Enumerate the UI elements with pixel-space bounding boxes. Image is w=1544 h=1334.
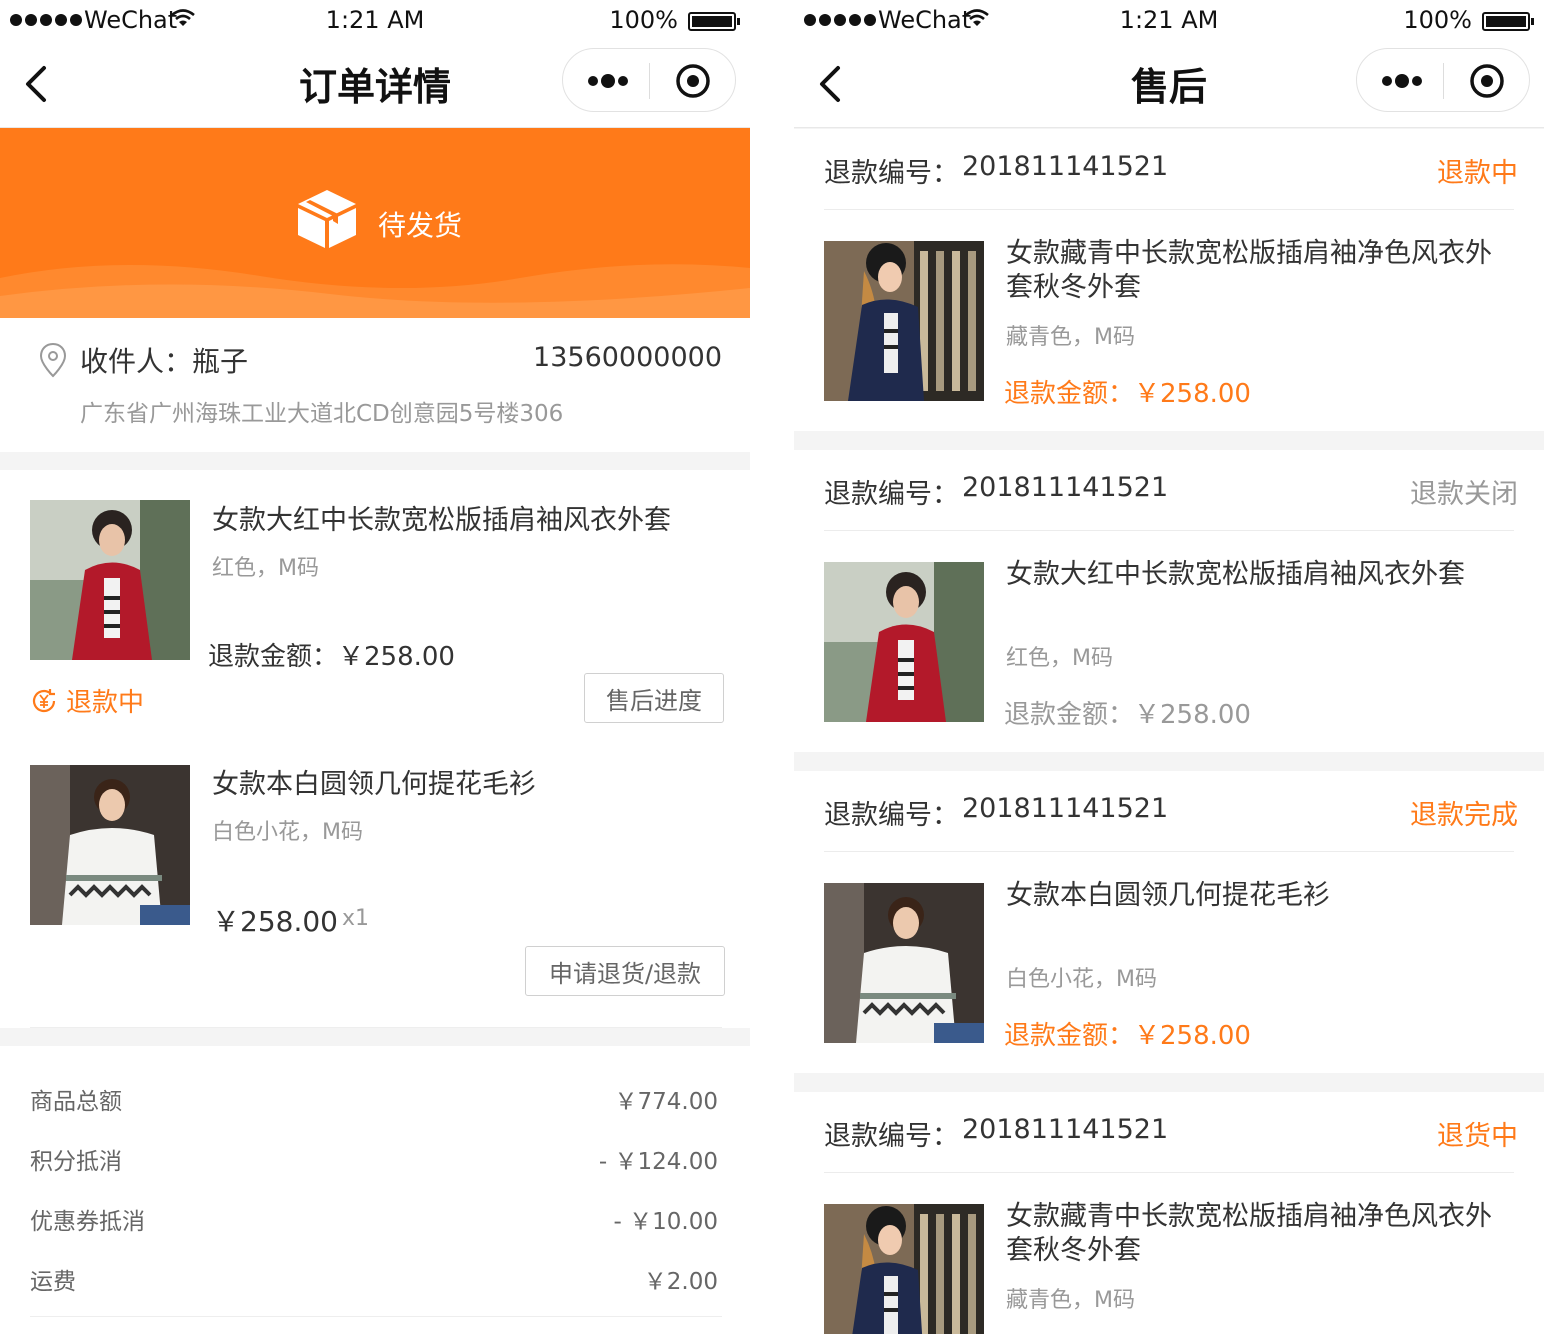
product-spec: 红色，M码 [1006,646,1113,671]
refund-no-label: 退款编号： [824,800,959,831]
mini-program-capsule [1356,48,1530,112]
summary-value: ￥2.00 [643,1269,718,1295]
refund-no-label: 退款编号： [824,158,959,189]
order-price-summary: 商品总额 ￥774.00 积分抵消 - ￥124.00 优惠券抵消 - ￥10.… [0,1046,750,1334]
battery-icon [688,12,740,31]
refund-amount: 退款金额：￥258.00 [1004,700,1251,730]
refund-card[interactable]: 退款编号： 201811141521 退款完成 女款本白圆领几何提花毛衫 白色小… [794,771,1544,1073]
divider [824,530,1514,531]
mini-program-capsule [562,48,736,112]
refund-state-text: 退款中 [66,688,145,718]
refund-amount: 退款金额：￥258.00 [208,642,455,672]
product-title: 女款本白圆领几何提花毛衫 [212,769,536,800]
location-pin-icon [39,342,67,378]
summary-label: 积分抵消 [30,1149,122,1175]
status-bar: WeChat 1:21 AM 100% [794,0,1544,40]
refund-state: 退款中 [30,682,144,719]
refund-card[interactable]: 退款编号： 201811141521 退货中 女款藏青中长款宽松版插肩袖净色风衣… [794,1092,1544,1334]
product-spec: 藏青色，M码 [1006,1288,1135,1313]
refund-amount: 退款金额：￥258.00 [1004,379,1251,409]
more-dots-icon[interactable] [587,71,629,91]
refund-amount: 退款金额：￥258.00 [1004,1021,1251,1051]
product-title: 女款藏青中长款宽松版插肩袖净色风衣外套秋冬外套 [1006,1201,1492,1266]
refund-status: 退货中 [1437,1121,1518,1152]
more-dots-icon[interactable] [1381,71,1423,91]
divider [824,851,1514,852]
refund-no: 201811141521 [962,151,1169,182]
product-price: ￥258.00 [212,905,338,938]
refund-card[interactable]: 退款编号： 201811141521 退款关闭 女款大红中长款宽松版插肩袖风衣外… [794,450,1544,752]
summary-label: 优惠券抵消 [30,1209,145,1235]
order-goods-list: 女款大红中长款宽松版插肩袖风衣外套 红色，M码 退款金额：￥258.00 退款中… [0,470,750,1028]
product-spec: 红色，M码 [212,556,319,581]
product-image[interactable] [824,562,984,722]
summary-row: 运费 ￥2.00 [30,1262,718,1295]
product-title: 女款大红中长款宽松版插肩袖风衣外套 [212,505,671,536]
after-sales-screen: WeChat 1:21 AM 100% 售后 退款编号： 20181114152… [794,0,1544,1334]
after-sales-progress-button[interactable]: 售后进度 [584,673,724,723]
refund-card[interactable]: 退款编号： 201811141521 退款中 女款藏青中长款宽松版插肩袖净色风衣… [794,129,1544,431]
package-box-icon [298,190,356,248]
divider [824,209,1514,210]
nav-bar: 订单详情 [0,40,750,128]
product-title: 女款藏青中长款宽松版插肩袖净色风衣外套秋冬外套 [1006,238,1492,303]
recipient-label: 收件人： [80,345,193,378]
product-image[interactable] [824,1204,984,1334]
status-bar: WeChat 1:21 AM 100% [0,0,750,40]
refund-no: 201811141521 [962,793,1169,824]
refund-no-label: 退款编号： [824,1121,959,1152]
divider [824,1172,1514,1173]
wave-decoration [0,264,750,318]
product-title: 女款大红中长款宽松版插肩袖风衣外套 [1006,559,1465,590]
address-detail: 广东省广州海珠工业大道北CD创意园5号楼306 [80,401,564,427]
shipping-address: 收件人： 瓶子 13560000000 广东省广州海珠工业大道北CD创意园5号楼… [0,318,750,452]
order-status-text: 待发货 [378,209,463,242]
product-spec: 藏青色，M码 [1006,325,1135,350]
refund-no: 201811141521 [962,472,1169,503]
refund-status: 退款完成 [1410,800,1518,831]
product-image[interactable] [824,241,984,401]
product-image[interactable] [30,500,190,660]
refund-no-label: 退款编号： [824,479,959,510]
yuan-refund-icon [32,688,56,712]
product-spec: 白色小花，M码 [1006,967,1157,992]
product-image[interactable] [824,883,984,1043]
order-status-banner: 待发货 [0,128,750,318]
battery-percent: 100% [609,6,678,34]
recipient-phone: 13560000000 [533,342,722,373]
summary-value: ￥774.00 [614,1089,718,1115]
close-target-icon[interactable] [1469,63,1505,99]
battery-icon [1482,12,1534,31]
battery-percent: 100% [1403,6,1472,34]
refund-status: 退款中 [1437,158,1518,189]
nav-bar: 售后 [794,40,1544,128]
refund-no: 201811141521 [962,1114,1169,1145]
capsule-divider [649,63,650,99]
divider [30,1316,722,1317]
product-quantity: x1 [342,906,370,931]
capsule-divider [1443,63,1444,99]
close-target-icon[interactable] [675,63,711,99]
apply-return-refund-button[interactable]: 申请退货/退款 [525,946,725,996]
summary-row: 积分抵消 - ￥124.00 [30,1142,718,1175]
divider [30,1027,722,1028]
summary-row: 优惠券抵消 - ￥10.00 [30,1202,718,1235]
summary-value: - ￥124.00 [598,1149,718,1175]
recipient-name: 瓶子 [192,345,249,378]
summary-row: 商品总额 ￥774.00 [30,1082,718,1115]
order-detail-screen: WeChat 1:21 AM 100% 订单详情 待发货 收件人： 瓶子 135… [0,0,750,1334]
product-title: 女款本白圆领几何提花毛衫 [1006,880,1330,911]
summary-label: 商品总额 [30,1089,122,1115]
summary-value: - ￥10.00 [613,1209,718,1235]
product-spec: 白色小花，M码 [212,820,363,845]
summary-label: 运费 [30,1269,76,1295]
product-image[interactable] [30,765,190,925]
refund-status: 退款关闭 [1410,479,1518,510]
